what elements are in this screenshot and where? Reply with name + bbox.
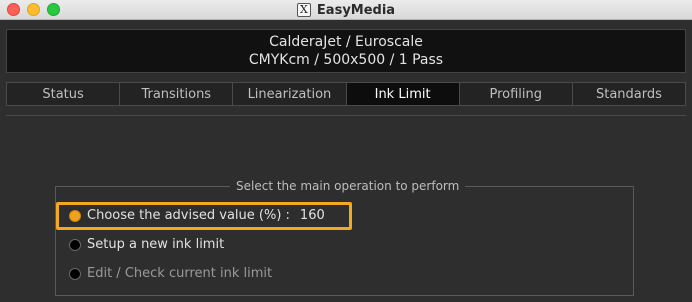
x11-app-icon: X [296,3,311,17]
printer-name: CalderaJet / Euroscale [269,34,423,50]
tab-linearization[interactable]: Linearization [233,82,347,106]
print-mode: CMYKcm / 500x500 / 1 Pass [248,52,444,68]
option-edit-current-limit: Edit / Check current ink limit [69,266,272,281]
tab-transitions[interactable]: Transitions [120,82,234,106]
window-titlebar: X EasyMedia [0,0,692,20]
setup-new-limit-label: Setup a new ink limit [87,237,225,252]
section-divider [6,115,686,116]
setup-new-limit-radio[interactable] [69,238,81,251]
window-title-group: X EasyMedia [0,0,692,20]
printer-config-header: CalderaJet / Euroscale CMYKcm / 500x500 … [6,29,686,73]
option-setup-new-limit[interactable]: Setup a new ink limit [69,237,224,252]
tab-status[interactable]: Status [6,82,121,106]
tab-profiling[interactable]: Profiling [459,82,573,106]
operation-legend: Select the main operation to perform [230,179,466,193]
tab-bar: Status Transitions Linearization Ink Lim… [6,82,687,106]
window-title: EasyMedia [316,2,396,18]
edit-current-limit-radio [69,267,81,280]
edit-current-limit-label: Edit / Check current ink limit [87,266,273,281]
tab-ink-limit[interactable]: Ink Limit [346,82,460,106]
advised-value-highlight-box [56,202,352,230]
tab-standards[interactable]: Standards [572,82,687,106]
